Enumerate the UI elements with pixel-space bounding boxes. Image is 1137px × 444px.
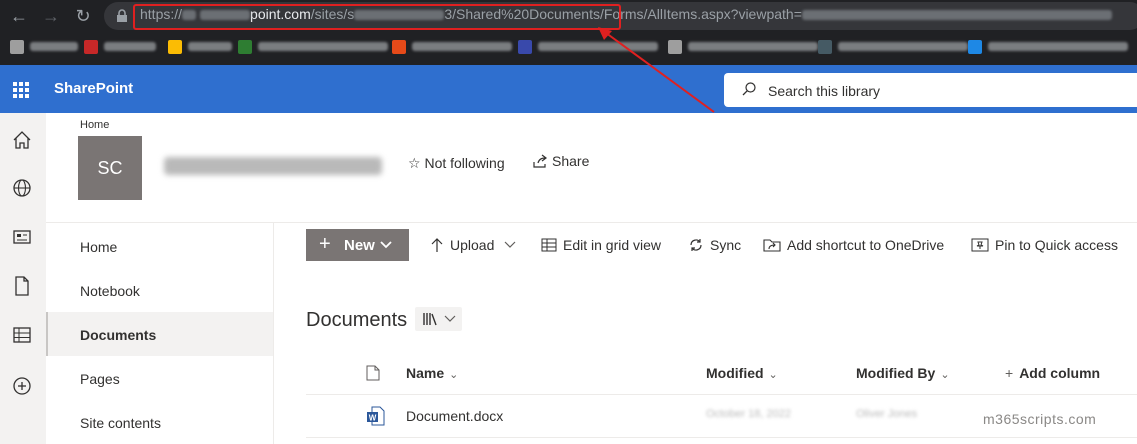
create-icon[interactable]	[11, 375, 33, 397]
forward-icon[interactable]: →	[40, 5, 62, 27]
bookmark-item[interactable]	[10, 38, 78, 54]
reload-icon[interactable]: ↻	[72, 5, 94, 27]
column-name[interactable]: Name ⌄	[406, 365, 458, 381]
site-navigation: Home Notebook Documents Pages Site conte…	[46, 223, 273, 444]
column-modified-by[interactable]: Modified By ⌄	[856, 365, 950, 381]
file-icon[interactable]	[11, 275, 33, 297]
row-divider	[306, 437, 1137, 438]
breadcrumb[interactable]: Home	[80, 119, 109, 131]
share-icon	[533, 154, 547, 168]
upload-icon	[431, 238, 443, 252]
nav-item-pages[interactable]: Pages	[46, 356, 273, 400]
new-button[interactable]: + New	[306, 229, 409, 261]
view-switcher[interactable]	[415, 307, 462, 331]
app-launcher-icon[interactable]	[13, 82, 29, 98]
bookmark-item[interactable]	[818, 38, 968, 54]
document-modified-by[interactable]: Oliver Jones	[856, 408, 917, 420]
bookmark-item[interactable]	[238, 38, 388, 54]
bookmark-item[interactable]	[168, 38, 232, 54]
bookmark-item[interactable]	[84, 38, 156, 54]
sharepoint-brand[interactable]: SharePoint	[54, 80, 133, 97]
search-input[interactable]: Search this library	[724, 73, 1137, 107]
pin-quick-access-button[interactable]: Pin to Quick access	[971, 237, 1118, 253]
library-view-icon	[423, 313, 437, 326]
library-title: Documents	[306, 309, 408, 331]
bookmark-item[interactable]	[392, 38, 512, 54]
chevron-down-icon: ⌄	[768, 369, 778, 381]
search-icon	[742, 82, 756, 96]
globe-icon[interactable]	[11, 177, 33, 199]
column-modified[interactable]: Modified ⌄	[706, 365, 778, 381]
follow-label: Not following	[424, 155, 505, 171]
svg-text:W: W	[369, 413, 377, 422]
grid-icon	[541, 238, 557, 252]
share-label: Share	[552, 153, 590, 169]
new-label: New	[344, 237, 375, 254]
star-icon: ☆	[408, 155, 421, 171]
bookmark-item[interactable]	[968, 38, 1128, 54]
plus-icon: +	[319, 233, 331, 255]
document-name-link[interactable]: Document.docx	[406, 408, 503, 424]
home-icon[interactable]	[11, 129, 33, 151]
add-shortcut-button[interactable]: Add shortcut to OneDrive	[763, 237, 944, 253]
site-logo[interactable]: SC	[78, 136, 142, 200]
chevron-down-icon: ⌄	[940, 369, 950, 381]
nav-item-home[interactable]: Home	[46, 224, 273, 268]
nav-divider	[273, 223, 274, 444]
file-type-header-icon	[366, 365, 380, 381]
word-file-icon: W	[367, 406, 385, 426]
document-modified: October 18, 2022	[706, 408, 792, 420]
sync-icon	[690, 239, 702, 251]
pin-icon	[971, 238, 989, 252]
nav-item-site-contents[interactable]: Site contents	[46, 400, 273, 444]
sync-button[interactable]: Sync	[688, 237, 741, 253]
plus-icon: +	[1005, 365, 1014, 381]
header-row-divider	[306, 394, 1137, 395]
chevron-down-icon	[504, 241, 516, 248]
news-icon[interactable]	[11, 226, 33, 248]
chevron-down-icon	[444, 315, 456, 322]
url-highlight-box	[133, 4, 621, 30]
follow-button[interactable]: ☆ Not following	[408, 155, 505, 172]
watermark: m365scripts.com	[983, 411, 1097, 427]
annotation-arrow	[598, 27, 715, 113]
shortcut-icon	[763, 239, 781, 252]
nav-item-documents[interactable]: Documents	[46, 312, 273, 356]
search-placeholder: Search this library	[768, 83, 881, 99]
app-rail	[0, 113, 46, 444]
suite-bar: SharePoint Search this library	[0, 65, 1137, 113]
upload-button[interactable]: Upload	[430, 237, 522, 253]
site-title-redacted	[164, 157, 382, 175]
chevron-down-icon: ⌄	[449, 369, 459, 381]
url-path-forms: /Forms/AllItems.aspx?viewpath=	[599, 6, 802, 22]
lists-icon[interactable]	[11, 324, 33, 346]
chevron-down-icon	[380, 241, 392, 249]
browser-chrome: ← → ↻ https://point.com/sites/s 3/Shared%…	[0, 0, 1137, 65]
nav-item-notebook[interactable]: Notebook	[46, 268, 273, 312]
back-icon[interactable]: ←	[8, 5, 30, 27]
share-button[interactable]: Share	[532, 153, 589, 169]
edit-grid-button[interactable]: Edit in grid view	[541, 237, 661, 253]
add-column-button[interactable]: + Add column	[1005, 365, 1100, 381]
lock-icon	[117, 9, 127, 22]
